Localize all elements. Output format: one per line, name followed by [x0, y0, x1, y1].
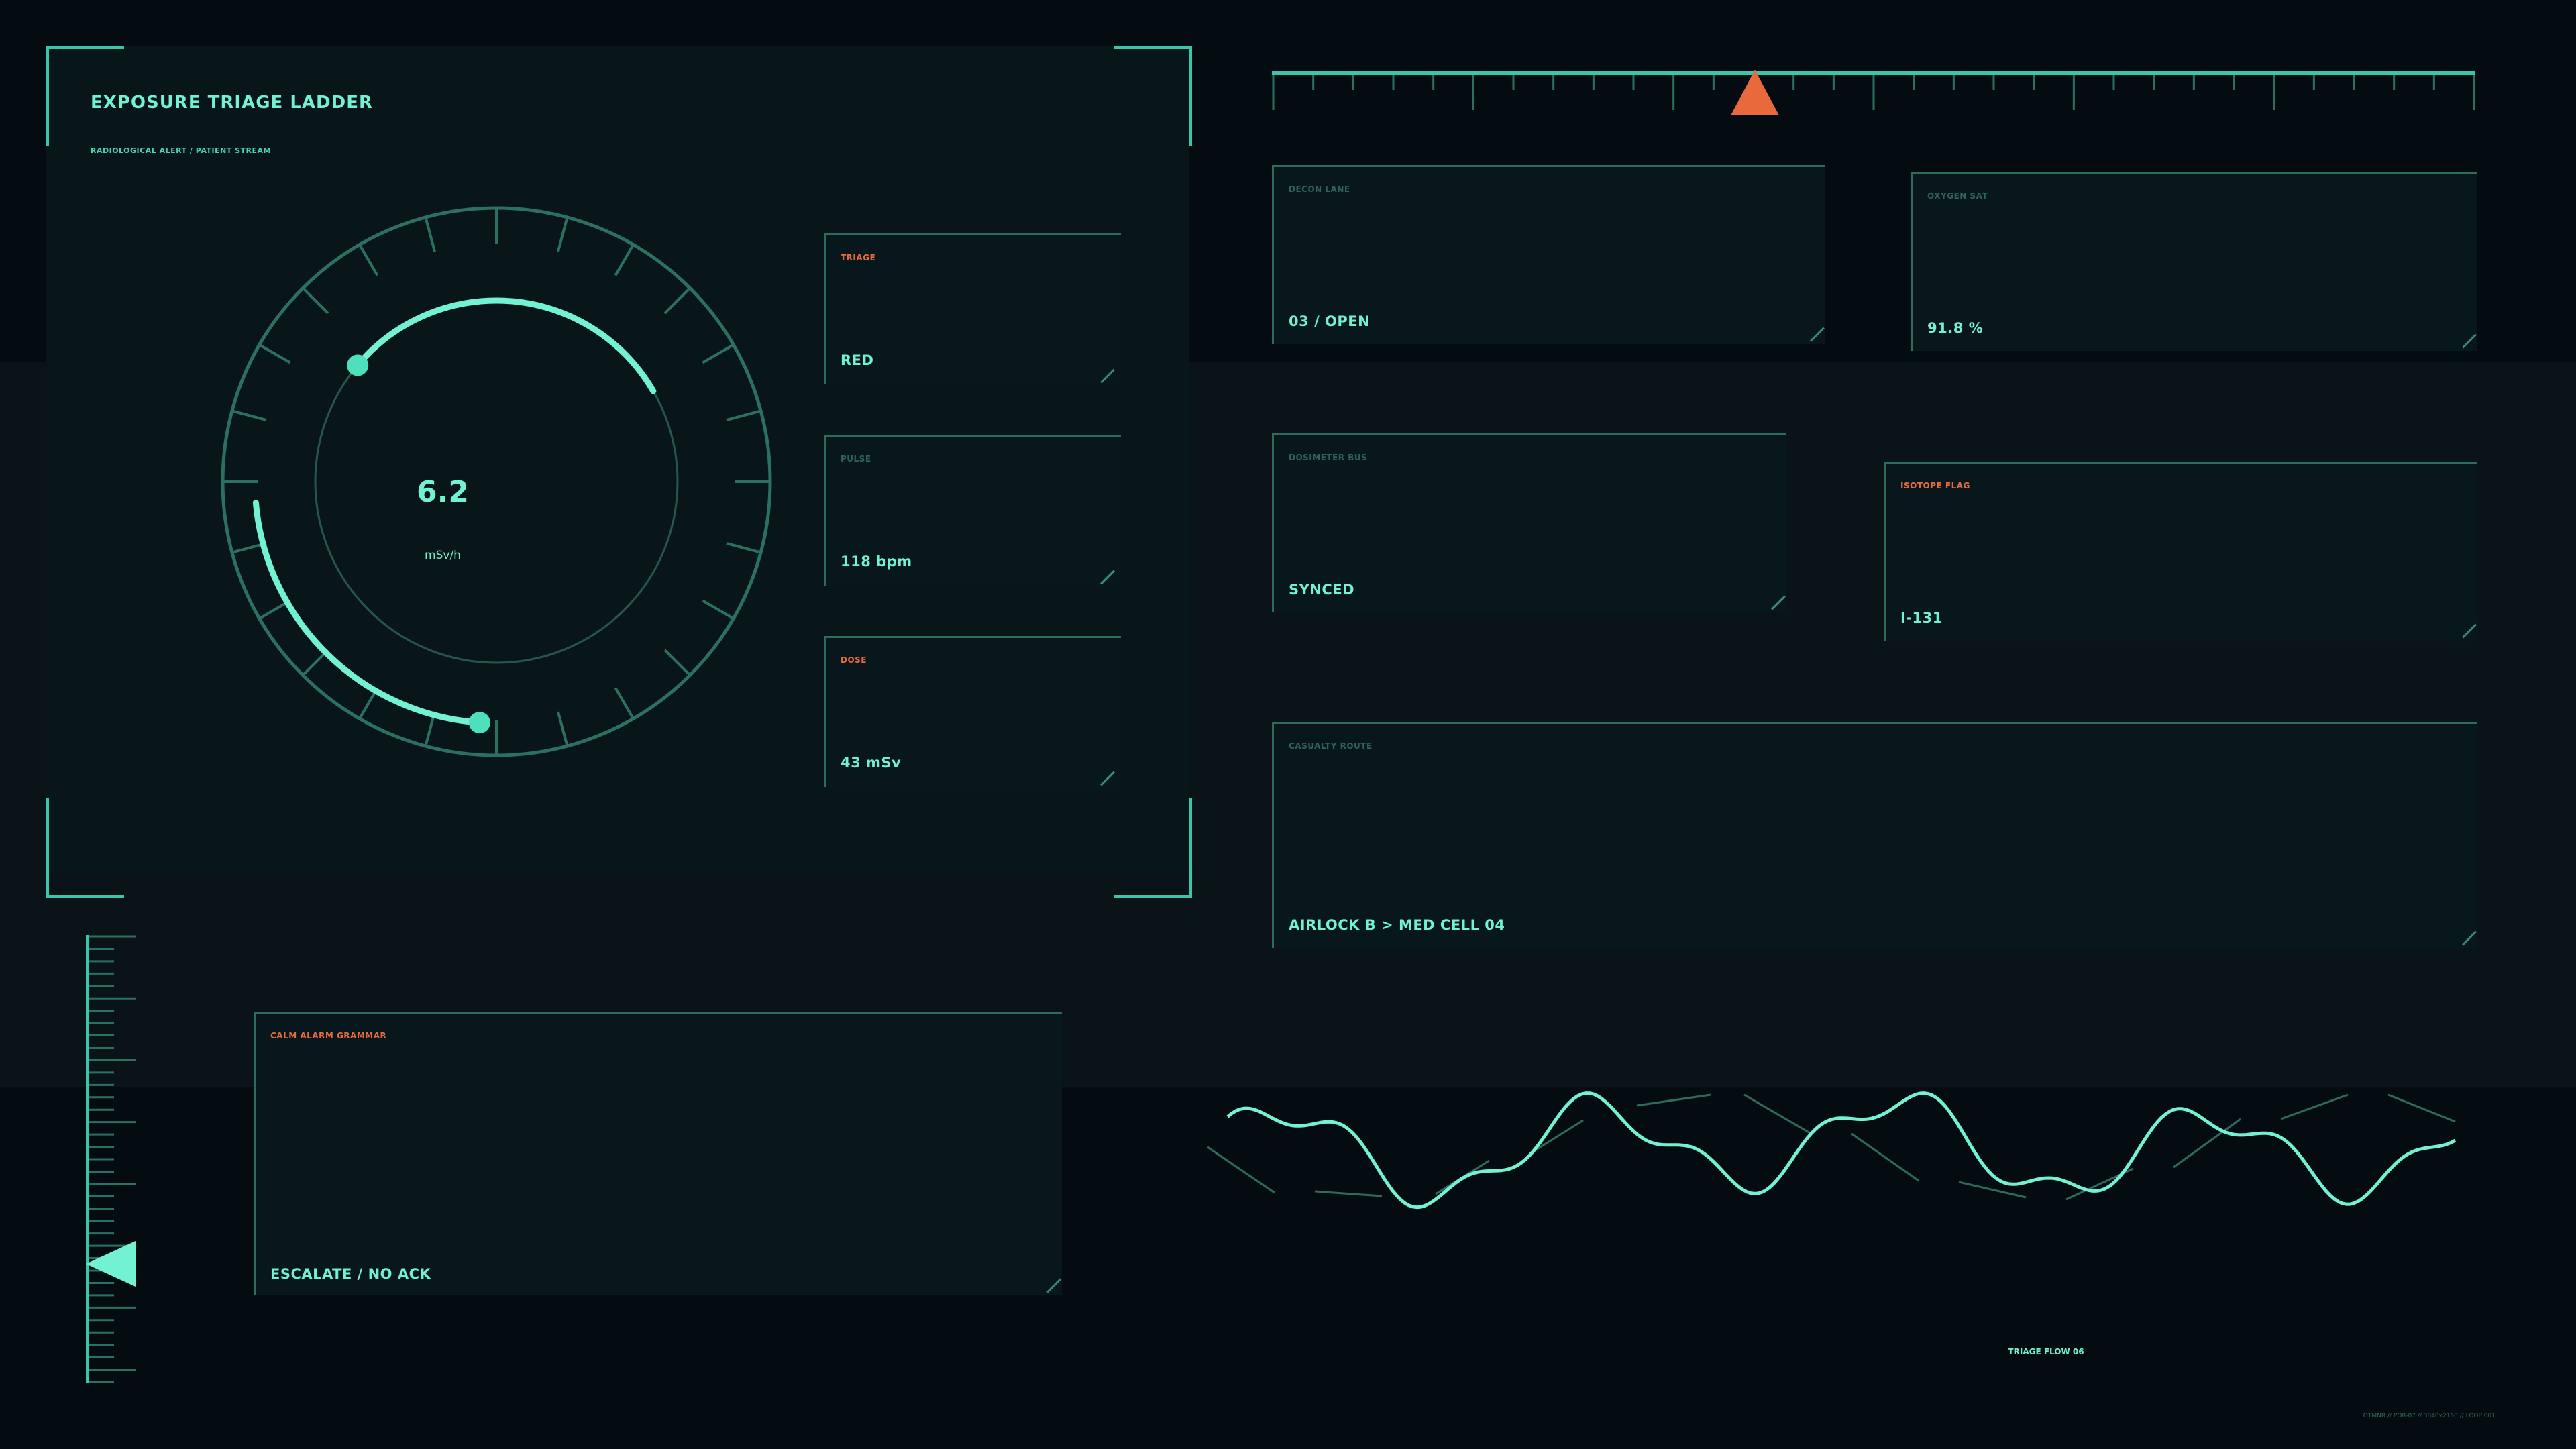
oxygen-sat-card: OXYGEN SAT 91.8 % — [1911, 172, 2477, 351]
card-label: TRIAGE — [841, 253, 876, 262]
page-title: EXPOSURE TRIAGE LADDER — [91, 93, 373, 113]
dose-card: DOSE 43 mSv — [824, 636, 1121, 787]
card-label: DOSE — [841, 655, 867, 665]
gauge-tick — [556, 711, 570, 748]
waveform-scatter-line — [1207, 1146, 1275, 1194]
page-subtitle: RADIOLOGICAL ALERT / PATIENT STREAM — [91, 146, 271, 155]
waveform-scatter-line — [1314, 1190, 1383, 1197]
triage-flow-waveform — [1207, 1091, 2457, 1210]
gauge-arc-lower — [252, 499, 483, 726]
card-value: RED — [841, 352, 874, 368]
corner-tick — [1046, 1278, 1061, 1293]
gauge-tick — [614, 687, 635, 721]
frame-corner-bottom-left — [46, 798, 124, 898]
isotope-flag-card: ISOTOPE FLAG I-131 — [1884, 462, 2477, 641]
waveform-scatter-line — [1636, 1093, 1711, 1107]
corner-tick — [1810, 327, 1825, 342]
calm-alarm-card: CALM ALARM GRAMMAR ESCALATE / NO ACK — [254, 1012, 1062, 1295]
waveform-scatter-line — [2387, 1093, 2456, 1123]
corner-tick — [2462, 333, 2477, 349]
gauge-tick — [358, 242, 379, 276]
gauge-tick — [257, 343, 291, 364]
card-value: ESCALATE / NO ACK — [270, 1266, 431, 1282]
card-label: DECON LANE — [1289, 184, 1350, 194]
pulse-card: PULSE 118 bpm — [824, 435, 1121, 586]
gauge-arc-upper — [354, 297, 657, 394]
scale-ticks — [87, 935, 136, 1383]
card-label: DOSIMETER BUS — [1289, 453, 1368, 462]
gauge-tick — [230, 409, 267, 422]
card-label: CALM ALARM GRAMMAR — [270, 1031, 387, 1040]
waveform-label: TRIAGE FLOW 06 — [2008, 1347, 2084, 1356]
card-value: 118 bpm — [841, 553, 912, 570]
gauge-tick — [702, 343, 736, 364]
corner-tick — [1100, 771, 1115, 786]
gauge-unit: mSv/h — [425, 549, 461, 562]
ruler-baseline — [1272, 71, 2475, 75]
corner-tick — [1100, 570, 1115, 585]
vertical-scale — [86, 935, 136, 1383]
frame-corner-top-right — [1114, 46, 1192, 146]
waveform-scatter-line — [2280, 1093, 2349, 1120]
gauge-marker-dot — [347, 354, 369, 376]
triage-card: TRIAGE RED — [824, 233, 1121, 384]
card-value: I-131 — [1900, 610, 1943, 626]
gauge-tick — [301, 286, 329, 315]
corner-tick — [2462, 930, 2477, 946]
timeline-pointer-icon[interactable] — [1731, 70, 1779, 115]
waveform-line — [1226, 1091, 2457, 1210]
decon-lane-card: DECON LANE 03 / OPEN — [1272, 165, 1825, 344]
card-label: PULSE — [841, 454, 871, 464]
card-value: 03 / OPEN — [1289, 313, 1371, 329]
waveform-scatter-line — [1743, 1093, 1812, 1135]
waveform-scatter-line — [2173, 1118, 2241, 1169]
gauge-tick — [614, 242, 635, 276]
waveform-scatter-line — [1529, 1119, 1584, 1155]
card-value: 43 mSv — [841, 755, 902, 771]
frame-corner-bottom-right — [1114, 798, 1192, 898]
gauge-tick — [423, 215, 437, 252]
gauge-tick — [702, 599, 736, 621]
card-value: AIRLOCK B > MED CELL 04 — [1289, 917, 1505, 933]
casualty-route-card: CASUALTY ROUTE AIRLOCK B > MED CELL 04 — [1272, 722, 2477, 948]
card-value: 91.8 % — [1927, 320, 1984, 336]
gauge-tick — [726, 541, 763, 555]
scale-spine — [86, 935, 89, 1383]
card-label: OXYGEN SAT — [1927, 191, 1988, 201]
gauge-tick — [556, 215, 570, 252]
corner-tick — [1100, 368, 1115, 384]
timeline-ruler — [1272, 71, 2475, 110]
footer-meta: OTMNR // POR-07 // 3840x2160 // LOOP 001 — [2363, 1413, 2496, 1419]
gauge-tick — [726, 409, 763, 422]
card-value: SYNCED — [1289, 582, 1355, 598]
waveform-scatter-lines — [1207, 1093, 2456, 1201]
card-label: CASUALTY ROUTE — [1289, 741, 1373, 751]
gauge-tick — [663, 286, 692, 315]
gauge-marker-dot — [468, 712, 490, 734]
card-label: ISOTOPE FLAG — [1900, 481, 1970, 490]
corner-tick — [1771, 595, 1786, 610]
waveform-scatter-line — [1851, 1132, 1919, 1182]
ruler-ticks — [1272, 74, 2475, 110]
dosimeter-bus-card: DOSIMETER BUS SYNCED — [1272, 433, 1786, 612]
gauge-value: 6.2 — [417, 475, 469, 509]
gauge-tick — [663, 649, 692, 678]
corner-tick — [2462, 623, 2477, 639]
scale-pointer-icon[interactable] — [86, 1241, 136, 1287]
